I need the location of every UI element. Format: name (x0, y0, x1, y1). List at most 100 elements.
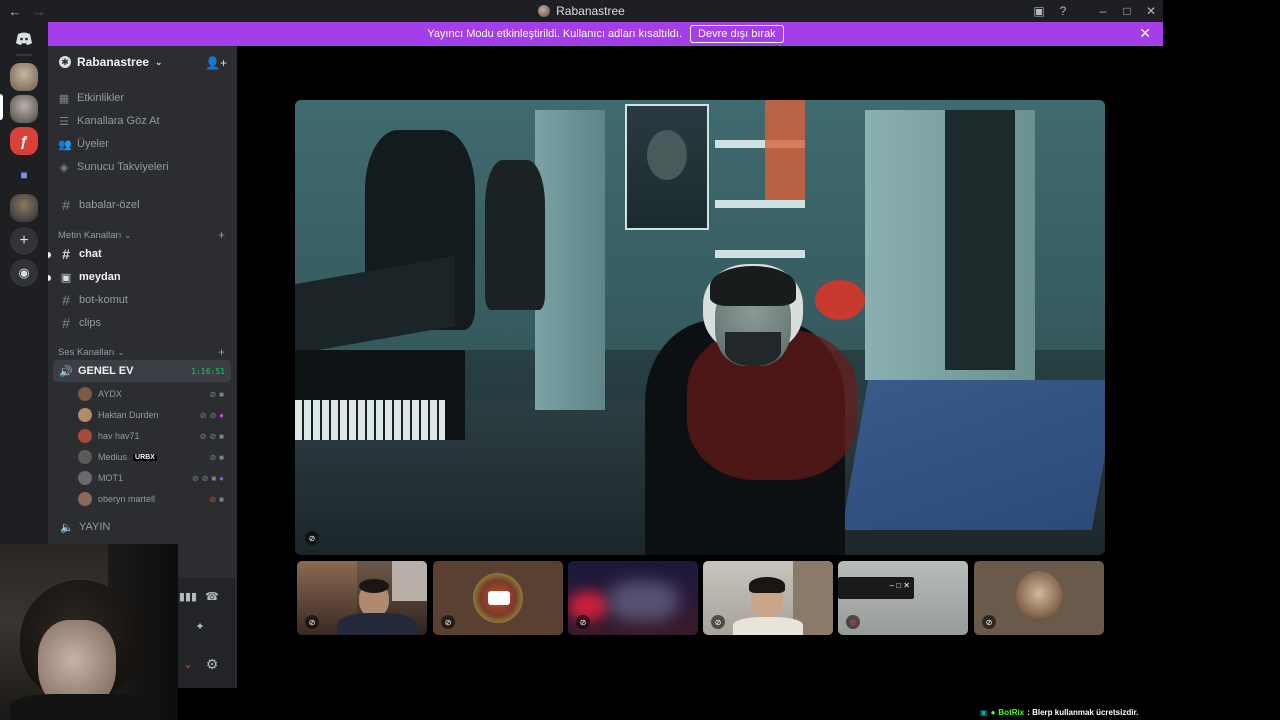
inbox-icon[interactable]: ▣ (1027, 0, 1051, 22)
channel-meydan[interactable]: ▣ meydan (58, 266, 231, 288)
back-arrow-icon[interactable]: ← (8, 4, 22, 19)
category-label: Metin Kanalları (58, 230, 122, 241)
camera-icon: ■ (219, 431, 224, 441)
camera-icon: ■ (219, 494, 224, 504)
banner-close-icon[interactable]: ✕ (1139, 25, 1151, 42)
muted-mic-icon: ⊘ (199, 410, 207, 420)
video-tile[interactable]: ⊘ (433, 561, 563, 635)
server-icon-rabanastree[interactable] (10, 95, 38, 123)
discord-home-icon[interactable] (10, 25, 38, 53)
members-icon: 👥 (58, 138, 72, 151)
video-tile[interactable]: ⊘ (974, 561, 1104, 635)
channel-name: clips (79, 317, 102, 329)
guild-separator (16, 54, 32, 56)
soundboard-icon[interactable]: ▮▮▮ (178, 586, 198, 606)
category-voice-channels[interactable]: Ses Kanalları ⌄ (58, 347, 124, 358)
streamer-webcam-overlay (0, 544, 178, 720)
muted-mic-icon: ⊘ (441, 615, 455, 629)
nav-members[interactable]: 👥 Üyeler (58, 133, 109, 155)
invite-people-icon[interactable]: 👤+ (205, 56, 227, 70)
close-window-button[interactable]: ✕ (1139, 0, 1163, 22)
streamer-mode-banner: Yayıncı Modu etkinleştirildi. Kullanıcı … (48, 22, 1163, 46)
voice-user[interactable]: AYDX ⊘ ■ (78, 384, 228, 404)
nav-label: Üyeler (77, 138, 109, 150)
disable-streamer-mode-button[interactable]: Devre dışı bırak (690, 25, 784, 43)
channel-bot-komut[interactable]: # bot-komut (58, 289, 231, 311)
category-text-channels[interactable]: Metin Kanalları ⌄ (58, 230, 131, 241)
category-label: Ses Kanalları (58, 347, 115, 358)
avatar (78, 492, 92, 506)
forward-arrow-icon[interactable]: → (32, 4, 46, 19)
nav-server-boosts[interactable]: ◈ Sunucu Takviyeleri (58, 156, 169, 178)
camera-icon: ■ (219, 452, 224, 462)
selected-server-pill (0, 94, 3, 120)
channel-clips[interactable]: # clips (58, 312, 231, 334)
avatar (78, 408, 92, 422)
chat-text: : Blerp kullanmak ücretsizdir. (1027, 707, 1139, 717)
channel-name: chat (79, 248, 102, 260)
avatar (78, 450, 92, 464)
video-tile[interactable]: ⊘ (703, 561, 833, 635)
discover-icon[interactable]: ◉ (10, 259, 38, 287)
channel-babalar-ozel[interactable]: # babalar-özel (58, 194, 231, 216)
voice-channel-genel-ev[interactable]: 🔊 GENEL EV 1:16:51 (53, 360, 231, 382)
boost-icon: ◈ (59, 161, 69, 174)
server-name: Rabanastree (77, 55, 150, 69)
channel-name: meydan (79, 271, 121, 283)
channel-name: babalar-özel (79, 199, 140, 211)
nav-browse-channels[interactable]: ☰ Kanallara Göz At (58, 110, 160, 132)
user-tag-badge: URBX (133, 453, 157, 461)
server-verified-icon: ✱ (59, 56, 71, 68)
activities-icon[interactable]: ✦ (190, 616, 210, 636)
folder-icon[interactable]: ■ (10, 161, 38, 189)
channel-name: GENEL EV (78, 365, 134, 377)
channel-chat[interactable]: # chat (58, 243, 231, 265)
server-icon-4[interactable] (10, 194, 38, 222)
nav-label: Kanallara Göz At (77, 115, 160, 127)
minimize-button[interactable]: – (1091, 0, 1115, 22)
voice-user-name: oberyn martell (98, 494, 156, 504)
nav-events[interactable]: ▦ Etkinlikler (58, 87, 124, 109)
muted-mic-icon: ⊘ (711, 615, 725, 629)
help-icon[interactable]: ? (1051, 0, 1075, 22)
voice-user[interactable]: Medius URBX ⊘ ■ (78, 447, 228, 467)
focused-video-stream[interactable]: ⊘ (295, 100, 1105, 555)
hashtag-icon: # (62, 292, 70, 308)
video-tile[interactable]: – □ ✕ ⊘ (838, 561, 968, 635)
settings-gear-icon[interactable]: ⚙ (202, 654, 222, 674)
video-tile[interactable]: ⊘ (297, 561, 427, 635)
voice-user[interactable]: MOT1 ⊘ ⊘ ■ ● (78, 468, 228, 488)
window-title: Rabanastree (556, 4, 625, 18)
chevron-down-icon: ⌄ (155, 56, 163, 67)
game-activity-icon: ● (219, 473, 224, 483)
server-avatar-icon (538, 5, 551, 17)
banner-text: Yayıncı Modu etkinleştirildi. Kullanıcı … (427, 28, 683, 40)
nav-label: Sunucu Takviyeleri (77, 161, 169, 173)
chat-author: BotRix (998, 707, 1025, 717)
disconnect-icon[interactable]: ☎ (202, 586, 222, 606)
game-activity-icon: ● (219, 410, 224, 420)
maximize-button[interactable]: □ (1115, 0, 1139, 22)
browse-channels-icon: ☰ (59, 115, 69, 128)
voice-user[interactable]: hav hav71 ⊘ ⊘ ■ (78, 426, 228, 446)
server-icon-3[interactable]: ƒ (10, 127, 38, 155)
title-bar: ← → Rabanastree ▣ ? – □ ✕ (0, 0, 1163, 22)
voice-user-name: Haktan Durden (98, 410, 159, 420)
server-icon-1[interactable] (10, 63, 38, 91)
voice-user[interactable]: Haktan Durden ⊘ ⊘ ● (78, 405, 228, 425)
stream-chat-message: ▣ ● BotRix : Blerp kullanmak ücretsizdir… (980, 705, 1138, 719)
muted-mic-icon: ⊘ (305, 531, 319, 545)
nav-label: Etkinlikler (77, 92, 125, 104)
muted-mic-icon[interactable]: ⌄ (178, 654, 198, 674)
muted-mic-icon: ⊘ (199, 431, 207, 441)
voice-channel-yayin[interactable]: 🔈 YAYIN (58, 516, 231, 538)
add-voice-channel-icon[interactable]: + (218, 345, 225, 359)
add-text-channel-icon[interactable]: + (218, 228, 225, 242)
voice-user[interactable]: oberyn martell ⊘ ■ (78, 489, 228, 509)
voice-user-name: hav hav71 (98, 431, 140, 441)
video-tile[interactable]: ⊘ (568, 561, 698, 635)
avatar (78, 387, 92, 401)
voice-user-name: MOT1 (98, 473, 124, 483)
add-server-icon[interactable]: + (10, 227, 38, 255)
user-panel: ▮▮▮ ☎ ✦ ⌄ ⚙ (178, 578, 235, 688)
